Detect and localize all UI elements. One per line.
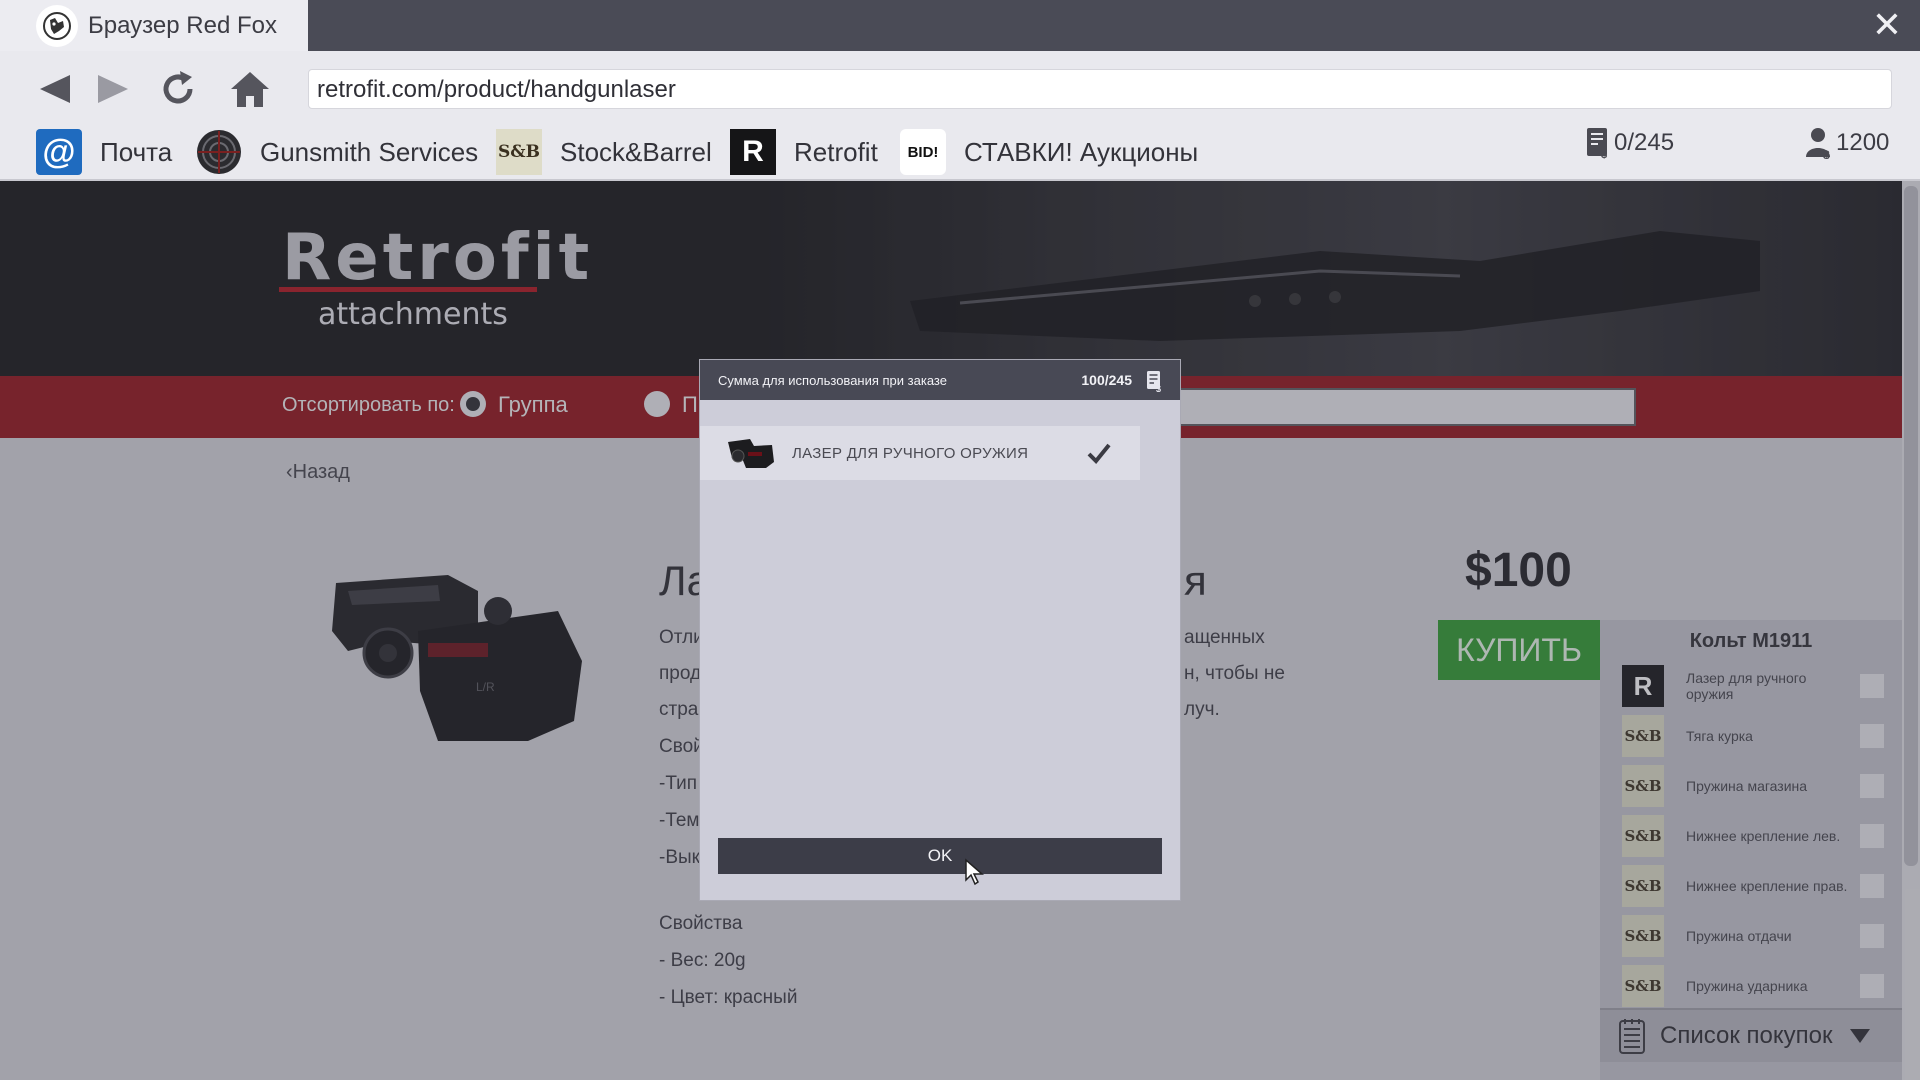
browser-toolbar: retrofit.com/product/handgunlaser @ Почт… [0,51,1920,181]
bid-icon: BID! [900,129,946,175]
dialog-item-label: ЛАЗЕР ДЛЯ РУЧНОГО ОРУЖИЯ [792,444,1029,462]
svg-text:$: $ [1601,149,1607,159]
bookmark-label: СТАВКИ! Аукционы [964,136,1199,167]
bookmark-mail[interactable]: @ Почта [36,129,172,175]
close-window-icon[interactable]: ✕ [1870,7,1904,43]
forward-arrow-icon[interactable] [92,67,136,111]
order-budget-icon: $ [1587,128,1607,159]
order-budget-icon: $ [1147,371,1161,392]
fox-logo-icon [36,4,78,47]
back-arrow-icon[interactable] [32,67,76,111]
target-icon [196,129,242,175]
order-budget-counter: $ 0/245 [1586,127,1674,159]
balance-counter: $ 1200 [1806,127,1889,159]
url-bar[interactable]: retrofit.com/product/handgunlaser [308,69,1892,109]
bookmark-label: Почта [100,136,173,167]
browser-titlebar: Браузер Red Fox ✕ [0,0,1920,51]
home-icon[interactable] [228,67,272,111]
balance-value: 1200 [1836,129,1890,156]
user-money-icon: $ [1806,128,1830,159]
svg-text:$: $ [1156,384,1161,392]
reload-icon[interactable] [156,67,200,111]
stock-barrel-logo-icon: S&B [496,129,542,175]
browser-tab[interactable]: Браузер Red Fox [0,0,308,51]
retrofit-logo-icon: R [730,129,776,175]
dialog-budget-count: 100/245 [1081,372,1132,388]
checkmark-icon[interactable] [1086,441,1112,465]
ok-button[interactable]: OK [718,838,1162,874]
dialog-header: Сумма для использования при заказе 100/2… [700,360,1180,400]
bookmark-label: Gunsmith Services [260,136,479,167]
dialog-title: Сумма для использования при заказе [718,372,947,388]
laser-thumbnail-icon [728,439,774,468]
order-budget-value: 0/245 [1614,129,1675,156]
dialog-item-row[interactable]: ЛАЗЕР ДЛЯ РУЧНОГО ОРУЖИЯ [700,426,1140,480]
bookmark-retrofit[interactable]: R Retrofit [730,129,878,175]
order-amount-dialog: Сумма для использования при заказе 100/2… [700,360,1180,900]
mouse-cursor-icon [965,858,984,886]
bookmark-stock-barrel[interactable]: S&B Stock&Barrel [496,129,712,175]
bookmark-auctions[interactable]: BID! СТАВКИ! Аукционы [900,129,1198,175]
bookmark-label: Stock&Barrel [560,136,712,167]
tab-title: Браузер Red Fox [88,11,277,39]
mail-icon: @ [36,129,82,175]
bookmark-gunsmith[interactable]: Gunsmith Services [196,129,478,175]
svg-text:$: $ [1823,148,1830,159]
bookmark-label: Retrofit [794,136,878,167]
